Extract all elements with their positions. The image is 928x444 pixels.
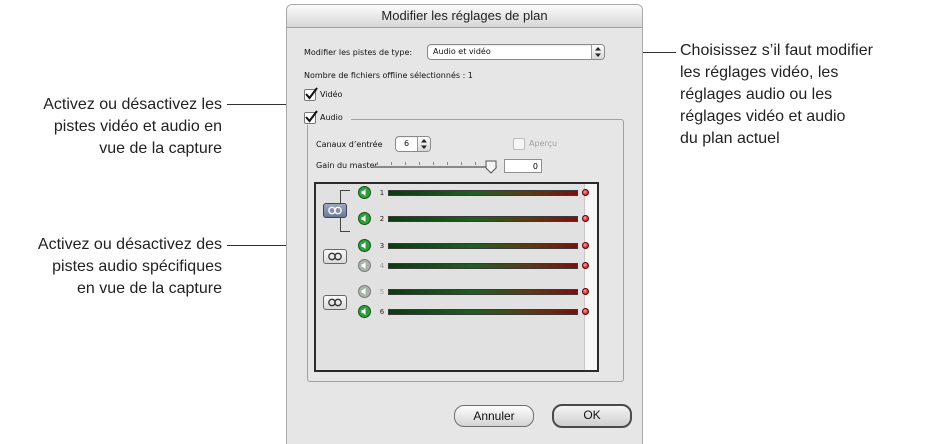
callout-line: en vue de la capture (77, 280, 222, 297)
speaker-icon[interactable] (358, 305, 371, 318)
slider-tick (377, 162, 378, 165)
popup-arrows-icon (417, 137, 430, 151)
peak-indicator (582, 288, 589, 295)
slider-knob[interactable] (485, 159, 497, 178)
peak-indicator (582, 308, 589, 315)
speaker-icon[interactable] (358, 239, 371, 252)
leader-line (227, 104, 293, 105)
slider-tick (447, 162, 448, 165)
popup-arrows-icon (591, 45, 604, 59)
callout-line: réglages audio ou les (680, 86, 833, 103)
callout-line: les réglages vidéo, les (680, 64, 839, 81)
callout-toggle-video-audio: Activez ou désactivez les pistes vidéo e… (0, 94, 222, 160)
speaker-icon[interactable] (358, 212, 371, 225)
callout-line: réglages vidéo et audio (680, 108, 846, 125)
settings-dialog: Modifier les réglages de plan Modifier l… (286, 4, 643, 444)
peak-indicator (582, 215, 589, 222)
track-number: 4 (379, 262, 385, 270)
link-toggle-1-2[interactable] (323, 203, 347, 218)
track-number: 3 (379, 242, 385, 250)
level-meter (388, 263, 578, 269)
speaker-icon[interactable] (358, 186, 371, 199)
callout-line: Choisissez s’il faut modifier (680, 42, 873, 59)
link-toggle-3-4[interactable] (323, 249, 347, 264)
link-icon (328, 206, 342, 215)
input-channels-popup[interactable]: 6 (395, 136, 431, 152)
slider-tick (419, 162, 420, 165)
peak-indicator (582, 189, 589, 196)
speaker-icon[interactable] (358, 285, 371, 298)
level-meter (388, 289, 578, 295)
track-type-value: Audio et vidéo (433, 47, 491, 56)
track-list-scrollbar[interactable] (584, 184, 597, 370)
input-channels-label: Canaux d’entrée (316, 140, 383, 149)
level-meter (388, 190, 578, 196)
cancel-button[interactable]: Annuler (454, 405, 534, 427)
slider-tick (433, 162, 434, 165)
audio-track-list: 1 2 3 4 5 6 (314, 182, 599, 372)
video-checkbox[interactable] (304, 87, 318, 101)
callout-choose-track-type: Choisissez s’il faut modifier les réglag… (680, 40, 928, 150)
ok-button[interactable]: OK (552, 404, 632, 428)
slider-tick (461, 162, 462, 165)
input-channels-value: 6 (404, 139, 410, 148)
track-type-popup[interactable]: Audio et vidéo (427, 44, 605, 60)
slider-tick (475, 162, 476, 165)
link-icon (328, 298, 342, 307)
slider-tick (405, 162, 406, 165)
leader-line (227, 245, 293, 246)
slider-tick (391, 162, 392, 165)
level-meter (388, 243, 578, 249)
window-title: Modifier les réglages de plan (287, 5, 642, 28)
track-type-label: Modifier les pistes de type: (304, 48, 413, 57)
callout-line: du plan actuel (680, 130, 780, 147)
callout-line: pistes vidéo et audio en (53, 118, 222, 135)
track-number: 1 (379, 189, 385, 197)
checkmark-icon (305, 87, 318, 100)
offline-count-label: Nombre de fichiers offline sélectionnés … (304, 71, 473, 80)
master-gain-slider[interactable] (373, 166, 497, 168)
callout-line: Activez ou désactivez les (43, 96, 222, 113)
level-meter (388, 309, 578, 315)
preview-label: Aperçu (529, 139, 558, 148)
callout-toggle-audio-tracks: Activez ou désactivez des pistes audio s… (0, 234, 222, 300)
master-gain-label: Gain du master (316, 161, 378, 170)
callout-line: pistes audio spécifiques (52, 258, 222, 275)
callout-line: vue de la capture (99, 140, 222, 157)
callout-line: Activez ou désactivez des (37, 236, 222, 253)
checkmark-icon (305, 110, 318, 123)
master-gain-field[interactable]: 0 (504, 159, 542, 173)
level-meter (388, 216, 578, 222)
link-icon (328, 252, 342, 261)
track-number: 6 (379, 308, 385, 316)
preview-checkbox[interactable] (513, 138, 525, 150)
peak-indicator (582, 242, 589, 249)
link-toggle-5-6[interactable] (323, 295, 347, 310)
track-number: 2 (379, 215, 385, 223)
video-label: Vidéo (320, 90, 343, 99)
audio-checkbox[interactable] (304, 110, 318, 124)
track-number: 5 (379, 288, 385, 296)
audio-label: Audio (320, 113, 343, 122)
speaker-icon[interactable] (358, 259, 371, 272)
peak-indicator (582, 262, 589, 269)
